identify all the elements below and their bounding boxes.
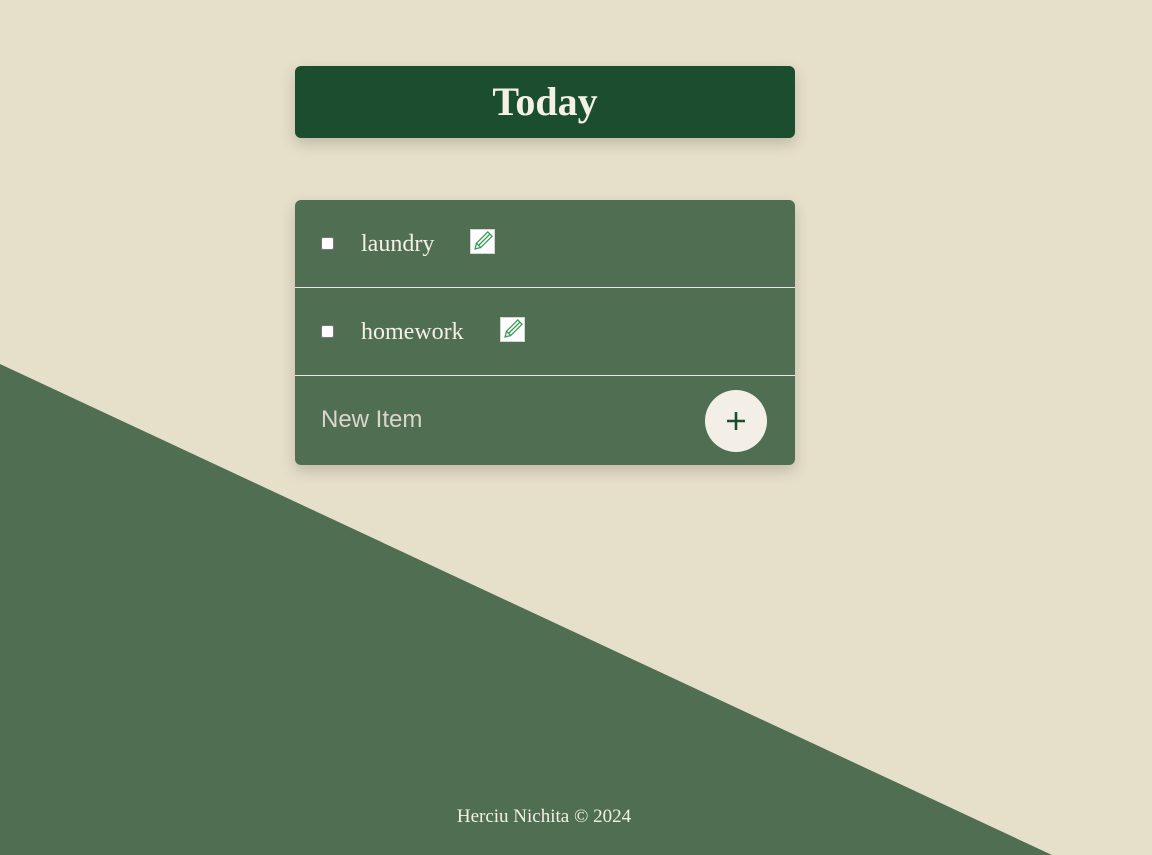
- edit-button[interactable]: [470, 229, 495, 254]
- pencil-icon: [470, 229, 495, 254]
- add-item-button[interactable]: [705, 390, 767, 452]
- item-label: homework: [361, 319, 464, 345]
- edit-button[interactable]: [500, 317, 525, 342]
- plus-icon: [727, 412, 745, 430]
- todo-list: laundry homework: [295, 200, 795, 465]
- item-label: laundry: [361, 231, 435, 257]
- item-checkbox[interactable]: [321, 325, 334, 338]
- footer-copyright: Herciu Nichita © 2024: [456, 806, 632, 827]
- title-banner: Today: [295, 66, 795, 138]
- page-title: Today: [492, 79, 598, 124]
- list-item: laundry: [295, 200, 795, 288]
- item-checkbox[interactable]: [321, 237, 334, 250]
- new-item-input[interactable]: [321, 402, 681, 438]
- new-item-row: [295, 376, 795, 465]
- pencil-icon: [500, 317, 525, 342]
- list-item: homework: [295, 288, 795, 376]
